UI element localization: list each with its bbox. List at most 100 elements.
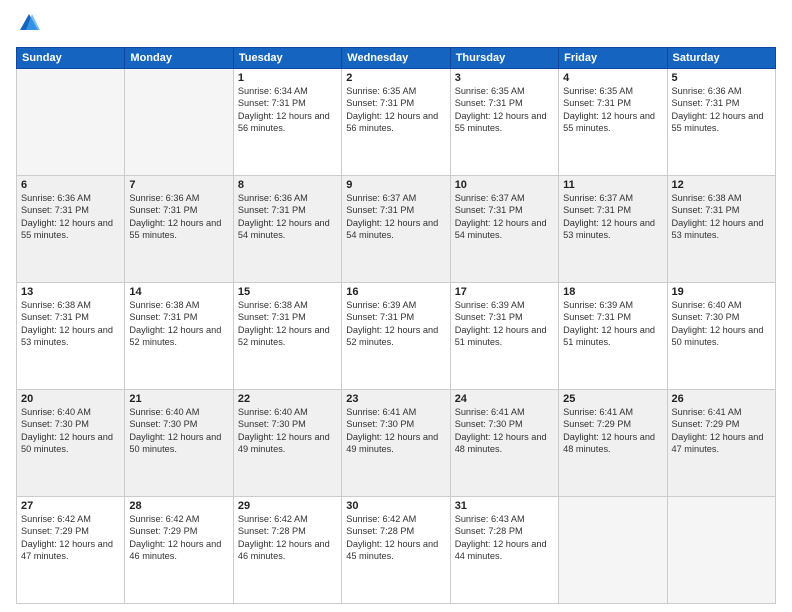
table-row: 30Sunrise: 6:42 AM Sunset: 7:28 PM Dayli… [342,496,450,603]
day-info: Sunrise: 6:36 AM Sunset: 7:31 PM Dayligh… [21,192,120,242]
day-info: Sunrise: 6:38 AM Sunset: 7:31 PM Dayligh… [672,192,771,242]
table-row: 9Sunrise: 6:37 AM Sunset: 7:31 PM Daylig… [342,175,450,282]
table-row [559,496,667,603]
col-tuesday: Tuesday [233,47,341,68]
day-info: Sunrise: 6:39 AM Sunset: 7:31 PM Dayligh… [563,299,662,349]
day-info: Sunrise: 6:41 AM Sunset: 7:30 PM Dayligh… [455,406,554,456]
day-info: Sunrise: 6:42 AM Sunset: 7:28 PM Dayligh… [346,513,445,563]
day-number: 22 [238,393,337,405]
table-row: 1Sunrise: 6:34 AM Sunset: 7:31 PM Daylig… [233,68,341,175]
day-number: 29 [238,500,337,512]
day-info: Sunrise: 6:40 AM Sunset: 7:30 PM Dayligh… [238,406,337,456]
table-row: 24Sunrise: 6:41 AM Sunset: 7:30 PM Dayli… [450,389,558,496]
day-info: Sunrise: 6:36 AM Sunset: 7:31 PM Dayligh… [238,192,337,242]
day-info: Sunrise: 6:42 AM Sunset: 7:29 PM Dayligh… [21,513,120,563]
day-info: Sunrise: 6:39 AM Sunset: 7:31 PM Dayligh… [455,299,554,349]
day-number: 6 [21,179,120,191]
calendar-week-row: 13Sunrise: 6:38 AM Sunset: 7:31 PM Dayli… [17,282,776,389]
day-info: Sunrise: 6:36 AM Sunset: 7:31 PM Dayligh… [129,192,228,242]
day-number: 26 [672,393,771,405]
day-info: Sunrise: 6:43 AM Sunset: 7:28 PM Dayligh… [455,513,554,563]
table-row: 14Sunrise: 6:38 AM Sunset: 7:31 PM Dayli… [125,282,233,389]
calendar-week-row: 1Sunrise: 6:34 AM Sunset: 7:31 PM Daylig… [17,68,776,175]
day-info: Sunrise: 6:39 AM Sunset: 7:31 PM Dayligh… [346,299,445,349]
table-row: 10Sunrise: 6:37 AM Sunset: 7:31 PM Dayli… [450,175,558,282]
col-wednesday: Wednesday [342,47,450,68]
col-saturday: Saturday [667,47,775,68]
table-row: 8Sunrise: 6:36 AM Sunset: 7:31 PM Daylig… [233,175,341,282]
day-number: 5 [672,72,771,84]
day-number: 15 [238,286,337,298]
col-thursday: Thursday [450,47,558,68]
table-row: 15Sunrise: 6:38 AM Sunset: 7:31 PM Dayli… [233,282,341,389]
table-row: 31Sunrise: 6:43 AM Sunset: 7:28 PM Dayli… [450,496,558,603]
table-row: 11Sunrise: 6:37 AM Sunset: 7:31 PM Dayli… [559,175,667,282]
day-info: Sunrise: 6:35 AM Sunset: 7:31 PM Dayligh… [563,85,662,135]
table-row: 27Sunrise: 6:42 AM Sunset: 7:29 PM Dayli… [17,496,125,603]
table-row: 23Sunrise: 6:41 AM Sunset: 7:30 PM Dayli… [342,389,450,496]
table-row: 18Sunrise: 6:39 AM Sunset: 7:31 PM Dayli… [559,282,667,389]
day-number: 4 [563,72,662,84]
day-info: Sunrise: 6:36 AM Sunset: 7:31 PM Dayligh… [672,85,771,135]
day-info: Sunrise: 6:37 AM Sunset: 7:31 PM Dayligh… [563,192,662,242]
table-row: 16Sunrise: 6:39 AM Sunset: 7:31 PM Dayli… [342,282,450,389]
day-info: Sunrise: 6:41 AM Sunset: 7:29 PM Dayligh… [672,406,771,456]
day-number: 13 [21,286,120,298]
day-number: 9 [346,179,445,191]
table-row: 3Sunrise: 6:35 AM Sunset: 7:31 PM Daylig… [450,68,558,175]
table-row: 6Sunrise: 6:36 AM Sunset: 7:31 PM Daylig… [17,175,125,282]
col-friday: Friday [559,47,667,68]
day-number: 7 [129,179,228,191]
day-info: Sunrise: 6:38 AM Sunset: 7:31 PM Dayligh… [129,299,228,349]
day-number: 20 [21,393,120,405]
day-number: 2 [346,72,445,84]
day-info: Sunrise: 6:35 AM Sunset: 7:31 PM Dayligh… [455,85,554,135]
header [16,12,776,39]
day-number: 24 [455,393,554,405]
table-row: 4Sunrise: 6:35 AM Sunset: 7:31 PM Daylig… [559,68,667,175]
day-info: Sunrise: 6:40 AM Sunset: 7:30 PM Dayligh… [21,406,120,456]
day-number: 25 [563,393,662,405]
table-row: 21Sunrise: 6:40 AM Sunset: 7:30 PM Dayli… [125,389,233,496]
logo-icon [18,12,40,34]
day-info: Sunrise: 6:40 AM Sunset: 7:30 PM Dayligh… [672,299,771,349]
table-row: 12Sunrise: 6:38 AM Sunset: 7:31 PM Dayli… [667,175,775,282]
day-number: 30 [346,500,445,512]
day-info: Sunrise: 6:37 AM Sunset: 7:31 PM Dayligh… [346,192,445,242]
table-row: 7Sunrise: 6:36 AM Sunset: 7:31 PM Daylig… [125,175,233,282]
table-row: 25Sunrise: 6:41 AM Sunset: 7:29 PM Dayli… [559,389,667,496]
day-number: 31 [455,500,554,512]
day-number: 23 [346,393,445,405]
day-number: 10 [455,179,554,191]
day-number: 27 [21,500,120,512]
table-row: 2Sunrise: 6:35 AM Sunset: 7:31 PM Daylig… [342,68,450,175]
calendar-week-row: 6Sunrise: 6:36 AM Sunset: 7:31 PM Daylig… [17,175,776,282]
day-number: 28 [129,500,228,512]
col-sunday: Sunday [17,47,125,68]
day-number: 12 [672,179,771,191]
day-number: 14 [129,286,228,298]
day-number: 11 [563,179,662,191]
day-info: Sunrise: 6:34 AM Sunset: 7:31 PM Dayligh… [238,85,337,135]
table-row [17,68,125,175]
day-number: 16 [346,286,445,298]
day-info: Sunrise: 6:42 AM Sunset: 7:28 PM Dayligh… [238,513,337,563]
day-number: 8 [238,179,337,191]
logo [16,12,40,39]
table-row: 29Sunrise: 6:42 AM Sunset: 7:28 PM Dayli… [233,496,341,603]
col-monday: Monday [125,47,233,68]
day-number: 1 [238,72,337,84]
day-number: 3 [455,72,554,84]
table-row: 19Sunrise: 6:40 AM Sunset: 7:30 PM Dayli… [667,282,775,389]
calendar-table: Sunday Monday Tuesday Wednesday Thursday… [16,47,776,604]
day-info: Sunrise: 6:38 AM Sunset: 7:31 PM Dayligh… [21,299,120,349]
table-row: 5Sunrise: 6:36 AM Sunset: 7:31 PM Daylig… [667,68,775,175]
day-number: 17 [455,286,554,298]
day-number: 19 [672,286,771,298]
day-info: Sunrise: 6:42 AM Sunset: 7:29 PM Dayligh… [129,513,228,563]
day-info: Sunrise: 6:41 AM Sunset: 7:29 PM Dayligh… [563,406,662,456]
table-row: 17Sunrise: 6:39 AM Sunset: 7:31 PM Dayli… [450,282,558,389]
day-number: 18 [563,286,662,298]
table-row: 22Sunrise: 6:40 AM Sunset: 7:30 PM Dayli… [233,389,341,496]
day-info: Sunrise: 6:41 AM Sunset: 7:30 PM Dayligh… [346,406,445,456]
